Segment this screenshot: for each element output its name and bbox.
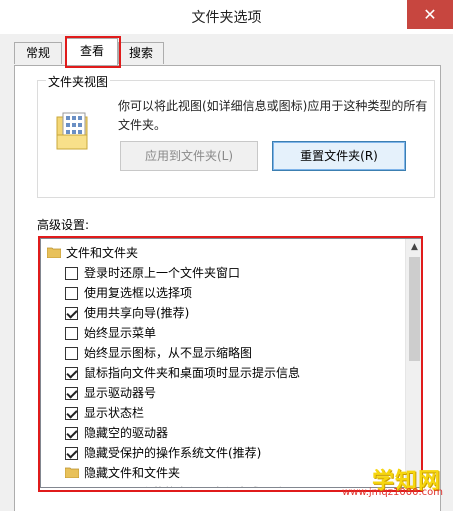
folder-views-icon [56,112,88,150]
checkbox[interactable] [65,447,78,460]
checkbox[interactable] [65,267,78,280]
advanced-settings-label: 高级设置: [37,218,90,232]
checkbox[interactable] [65,407,78,420]
scroll-up-icon[interactable]: ▲ [406,239,422,256]
title-bar: 文件夹选项 ✕ [0,0,453,34]
advanced-item-label: 始终显示图标，从不显示缩略图 [84,346,253,360]
advanced-item-label: 鼠标指向文件夹和桌面项时显示提示信息 [84,366,301,380]
advanced-item-label: 使用共享向导(推荐) [84,306,190,320]
checkbox[interactable] [65,367,78,380]
watermark-sub: www.jmqz1000.com [342,487,443,498]
tab-search[interactable]: 搜索 [118,42,164,64]
advanced-item-label: 显示驱动器号 [84,386,157,400]
folder-icon [47,247,61,258]
apply-to-folders-button[interactable]: 应用到文件夹(L) [120,141,258,171]
checkbox[interactable] [65,327,78,340]
reset-folders-button[interactable]: 重置文件夹(R) [272,141,406,171]
advanced-item-label: 隐藏文件和文件夹 [84,466,181,480]
checkbox[interactable] [65,287,78,300]
radio-button[interactable] [85,487,98,488]
advanced-item-label: 隐藏空的驱动器 [84,426,169,440]
folder-views-description: 你可以将此视图(如详细信息或图标)应用于这种类型的所有文件夹。 [118,99,428,132]
window-title: 文件夹选项 [191,10,262,26]
advanced-item-label: 隐藏受保护的操作系统文件(推荐) [84,446,262,460]
folder-views-group: 文件夹视图 你可以将此视图(如详细信息或图标)应用于这种类型的所有文件夹。 应用… [37,73,435,198]
scrollbar[interactable]: ▲ [405,239,422,487]
advanced-item-label: 始终显示菜单 [84,326,157,340]
folder-views-label: 文件夹视图 [46,73,111,90]
view-tab-panel: 文件夹视图 你可以将此视图(如详细信息或图标)应用于这种类型的所有文件夹。 应用… [14,65,441,511]
checkbox[interactable] [65,307,78,320]
advanced-item-label: 不显示隐藏的文件、文件夹或驱动器 [104,483,296,487]
close-button[interactable]: ✕ [407,0,453,29]
scroll-thumb[interactable] [409,257,420,361]
watermark: 学知网 www.jmqz1000.com [342,463,445,501]
advanced-settings-list[interactable]: 文件和文件夹登录时还原上一个文件夹窗口 使用复选框以选择项 使用共享向导(推荐) 始终… [40,238,423,488]
tab-view-highlight [65,36,121,68]
folder-icon [65,467,79,478]
advanced-item-label: 文件和文件夹 [66,246,139,260]
advanced-item-label: 登录时还原上一个文件夹窗口 [84,266,241,280]
checkbox[interactable] [65,387,78,400]
advanced-item-label: 使用复选框以选择项 [84,286,193,300]
tab-general[interactable]: 常规 [14,42,62,64]
advanced-item-label: 显示状态栏 [84,406,145,420]
checkbox[interactable] [65,347,78,360]
checkbox[interactable] [65,427,78,440]
